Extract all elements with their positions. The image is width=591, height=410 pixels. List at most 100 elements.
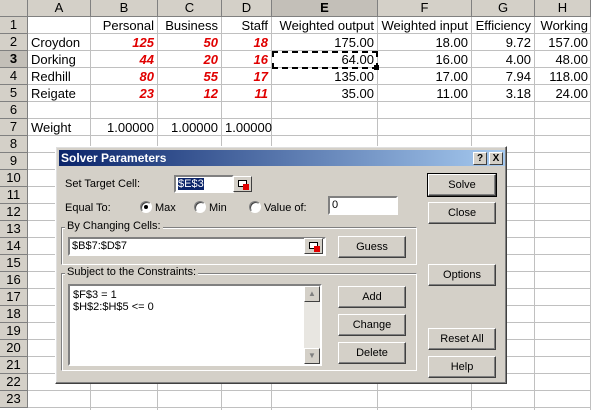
cell-a4[interactable]: Redhill (28, 68, 90, 85)
cell-g2[interactable]: 9.72 (472, 34, 534, 51)
select-all-corner[interactable] (0, 0, 28, 17)
row-header-18[interactable]: 18 (0, 306, 28, 323)
cell-g1[interactable]: Efficiency (472, 17, 534, 34)
cell-h2[interactable]: 157.00 (535, 34, 591, 51)
row-header-8[interactable]: 8 (0, 136, 28, 153)
scroll-down-icon[interactable]: ▼ (304, 348, 320, 364)
row-header-19[interactable]: 19 (0, 323, 28, 340)
column-header-b[interactable]: B (91, 0, 158, 17)
changing-cells-input[interactable]: $B$7:$D$7 (68, 237, 326, 256)
list-item[interactable]: $H$2:$H$5 <= 0 (73, 301, 154, 313)
row-header-21[interactable]: 21 (0, 357, 28, 374)
reset-all-button[interactable]: Reset All (428, 328, 496, 350)
cell-c2[interactable]: 50 (158, 34, 221, 51)
row-header-17[interactable]: 17 (0, 289, 28, 306)
cell-d2[interactable]: 18 (222, 34, 271, 51)
collapse-dialog-icon[interactable] (233, 176, 252, 192)
cell-h1[interactable]: Working (535, 17, 591, 34)
cell-g4[interactable]: 7.94 (472, 68, 534, 85)
cell-c7[interactable]: 1.00000 (158, 119, 221, 136)
cell-d1[interactable]: Staff (222, 17, 271, 34)
solve-button[interactable]: Solve (427, 173, 497, 197)
radio-max[interactable] (140, 201, 152, 213)
row-header-5[interactable]: 5 (0, 85, 28, 102)
cell-a3[interactable]: Dorking (28, 51, 90, 68)
row-header-14[interactable]: 14 (0, 238, 28, 255)
help-button[interactable]: Help (428, 356, 496, 378)
cell-c4[interactable]: 55 (158, 68, 221, 85)
column-header-c[interactable]: C (158, 0, 222, 17)
cell-h4[interactable]: 118.00 (535, 68, 591, 85)
constraints-listbox[interactable]: $F$3 = 1 $H$2:$H$5 <= 0 ▲ ▼ (68, 284, 322, 366)
cell-d3[interactable]: 16 (222, 51, 271, 68)
close-button[interactable]: Close (428, 202, 496, 224)
cell-b4[interactable]: 80 (91, 68, 157, 85)
cell-g5[interactable]: 3.18 (472, 85, 534, 102)
cell-g3[interactable]: 4.00 (472, 51, 534, 68)
cell-c1[interactable]: Business (158, 17, 221, 34)
cell-e4[interactable]: 135.00 (272, 68, 377, 85)
cell-a2[interactable]: Croydon (28, 34, 90, 51)
row-header-22[interactable]: 22 (0, 374, 28, 391)
cell-d7[interactable]: 1.00000 (222, 119, 272, 136)
fill-handle[interactable] (374, 65, 379, 70)
row-header-13[interactable]: 13 (0, 221, 28, 238)
row-header-1[interactable]: 1 (0, 17, 28, 34)
collapse-dialog-icon[interactable] (304, 238, 323, 254)
cell-h3[interactable]: 48.00 (535, 51, 591, 68)
cell-b7[interactable]: 1.00000 (91, 119, 157, 136)
row-header-10[interactable]: 10 (0, 170, 28, 187)
cell-b5[interactable]: 23 (91, 85, 157, 102)
cell-b2[interactable]: 125 (91, 34, 157, 51)
list-item[interactable]: $F$3 = 1 (73, 289, 117, 301)
row-header-9[interactable]: 9 (0, 153, 28, 170)
cell-f4[interactable]: 17.00 (378, 68, 471, 85)
cell-c3[interactable]: 20 (158, 51, 221, 68)
row-header-3[interactable]: 3 (0, 51, 28, 68)
column-header-f[interactable]: F (378, 0, 472, 17)
row-header-7[interactable]: 7 (0, 119, 28, 136)
cell-h5[interactable]: 24.00 (535, 85, 591, 102)
cell-f3[interactable]: 16.00 (378, 51, 471, 68)
scroll-up-icon[interactable]: ▲ (304, 286, 320, 302)
options-button[interactable]: Options (428, 264, 496, 286)
cell-e1[interactable]: Weighted output (272, 17, 377, 34)
cell-f1[interactable]: Weighted input (378, 17, 471, 34)
row-header-2[interactable]: 2 (0, 34, 28, 51)
column-header-e[interactable]: E (272, 0, 378, 17)
cell-a5[interactable]: Reigate (28, 85, 90, 102)
guess-button[interactable]: Guess (338, 236, 406, 258)
row-header-6[interactable]: 6 (0, 102, 28, 119)
cell-e2[interactable]: 175.00 (272, 34, 377, 51)
row-header-12[interactable]: 12 (0, 204, 28, 221)
row-header-11[interactable]: 11 (0, 187, 28, 204)
column-header-h[interactable]: H (535, 0, 591, 17)
help-icon[interactable]: ? (473, 152, 487, 165)
cell-f5[interactable]: 11.00 (378, 85, 471, 102)
value-of-input[interactable]: 0 (328, 196, 398, 215)
row-header-16[interactable]: 16 (0, 272, 28, 289)
cell-e5[interactable]: 35.00 (272, 85, 377, 102)
row-header-15[interactable]: 15 (0, 255, 28, 272)
add-button[interactable]: Add (338, 286, 406, 308)
column-header-g[interactable]: G (472, 0, 535, 17)
cell-d5[interactable]: 11 (222, 85, 271, 102)
delete-button[interactable]: Delete (338, 342, 406, 364)
cell-b1[interactable]: Personal (91, 17, 157, 34)
constraints-scrollbar[interactable]: ▲ ▼ (304, 286, 320, 364)
radio-min[interactable] (194, 201, 206, 213)
column-header-d[interactable]: D (222, 0, 272, 17)
row-header-23[interactable]: 23 (0, 391, 28, 408)
change-button[interactable]: Change (338, 314, 406, 336)
set-target-input[interactable]: $E$3 (174, 175, 234, 193)
cell-b3[interactable]: 44 (91, 51, 157, 68)
cell-d4[interactable]: 17 (222, 68, 271, 85)
cell-c5[interactable]: 12 (158, 85, 221, 102)
dialog-titlebar[interactable]: Solver Parameters ? X (59, 150, 505, 166)
row-header-20[interactable]: 20 (0, 340, 28, 357)
column-header-a[interactable]: A (28, 0, 91, 17)
close-icon[interactable]: X (489, 152, 503, 165)
radio-value-of[interactable] (249, 201, 261, 213)
row-header-4[interactable]: 4 (0, 68, 28, 85)
cell-a7[interactable]: Weight (28, 119, 90, 136)
